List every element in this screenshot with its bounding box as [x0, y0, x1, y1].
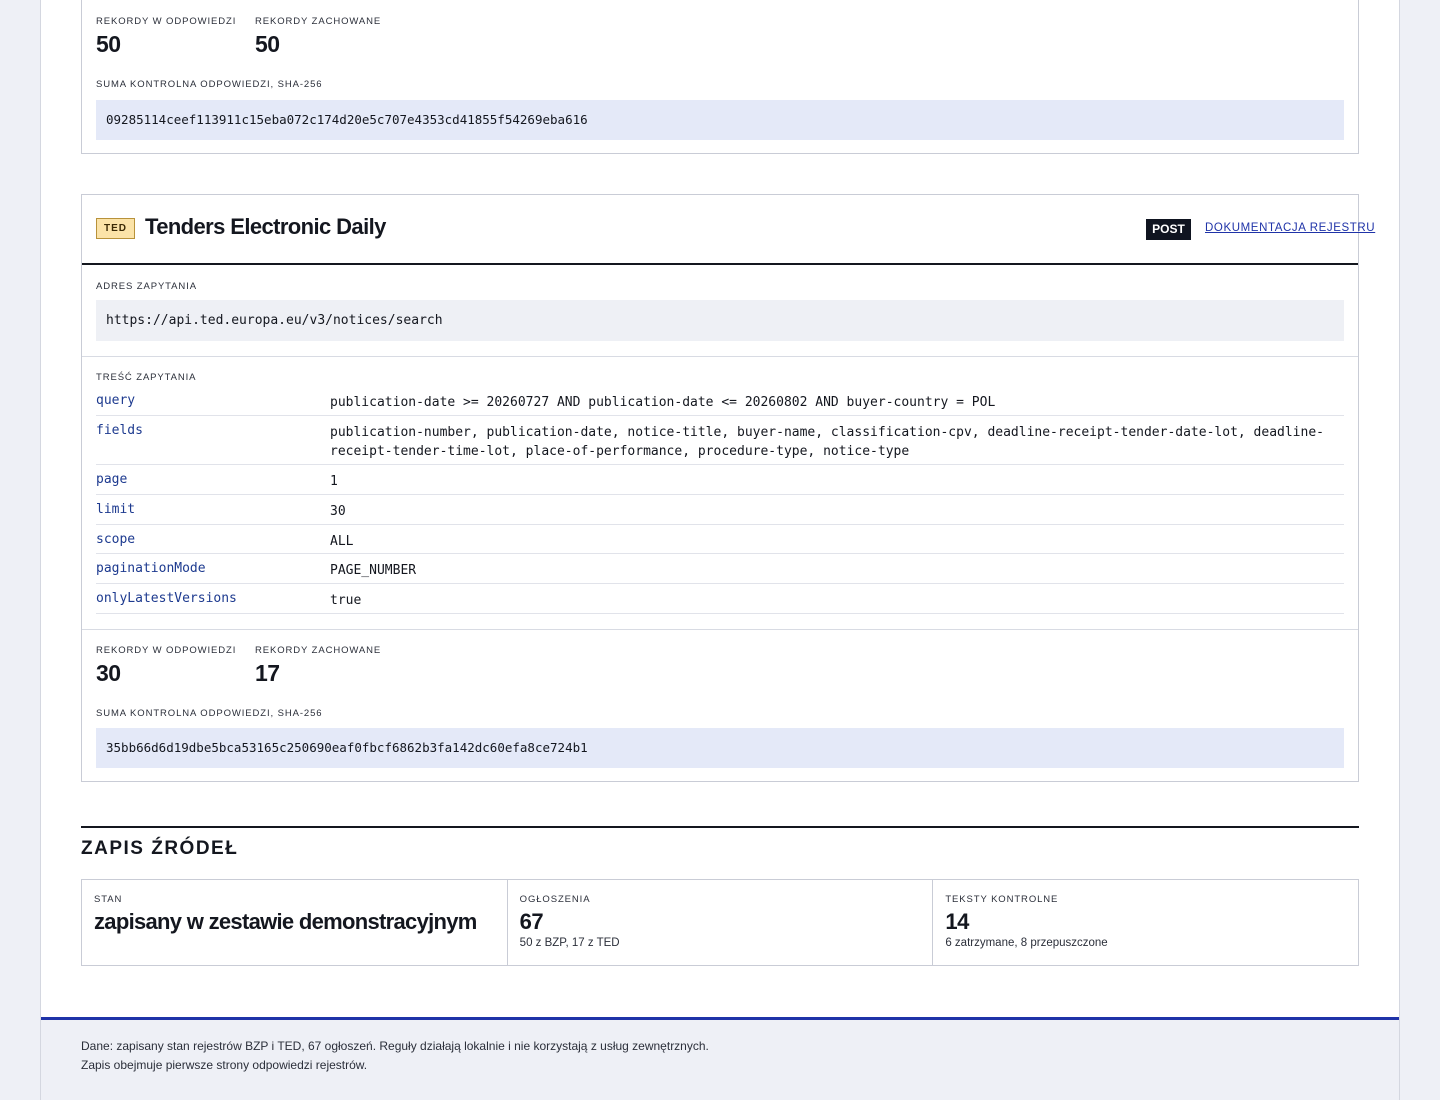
summary-cell-value: 14 [945, 909, 969, 934]
records-saved-label: REKORDY ZACHOWANE [255, 645, 382, 656]
records-saved-label: REKORDY ZACHOWANE [255, 16, 382, 27]
param-key: fields [96, 423, 143, 438]
summary-cell-sub: 6 zatrzymane, 8 przepuszczone [945, 937, 1108, 949]
sources-section-rule [81, 826, 1359, 828]
param-value: 1 [330, 474, 338, 489]
param-value: ALL [330, 534, 354, 549]
param-key: page [96, 472, 128, 487]
param-row: onlyLatestVersions true [96, 584, 1344, 614]
summary-cell-label: STAN [94, 894, 123, 905]
source-title: Tenders Electronic Daily [145, 214, 386, 239]
param-key: paginationMode [96, 561, 206, 576]
summary-cell-label: TEKSTY KONTROLNE [945, 894, 1059, 905]
summary-cell-control-texts: TEKSTY KONTROLNE 14 6 zatrzymane, 8 prze… [933, 880, 1358, 965]
records-response-value: 50 [96, 31, 121, 57]
checksum-value: 35bb66d6d19dbe5bca53165c250690eaf0fbcf68… [96, 728, 1344, 768]
param-row: query publication-date >= 20260727 AND p… [96, 386, 1344, 416]
param-value: publication-date >= 20260727 AND publica… [330, 395, 996, 410]
sources-summary-grid: STAN zapisany w zestawie demonstracyjnym… [81, 879, 1359, 966]
param-key: query [96, 393, 136, 408]
records-response-label: REKORDY W ODPOWIEDZI [96, 645, 237, 656]
checksum-label: SUMA KONTROLNA ODPOWIEDZI, SHA-256 [96, 79, 323, 90]
ted-source-panel: TED Tenders Electronic Daily POST DOKUME… [81, 194, 1375, 782]
summary-cell-notices: OGŁOSZENIA 67 50 z BZP, 17 z TED [508, 880, 934, 965]
param-value: true [330, 593, 362, 608]
ted-panel-header: TED Tenders Electronic Daily POST DOKUME… [82, 195, 1375, 265]
bzp-result-panel: REKORDY W ODPOWIEDZI 50 REKORDY ZACHOWAN… [81, 0, 1359, 154]
summary-cell-label: OGŁOSZENIA [519, 894, 591, 905]
sources-heading: ZAPIS ŹRÓDEŁ [81, 838, 239, 859]
section-divider [82, 356, 1358, 357]
summary-cell-value: 67 [519, 909, 544, 934]
page-footer: Dane: zapisany stan rejestrów BZP i TED,… [41, 1017, 1399, 1100]
param-row: fields publication-number, publication-d… [96, 416, 1344, 465]
request-body-label: TREŚĆ ZAPYTANIA [96, 372, 197, 383]
checksum-value: 09285114ceef113911c15eba072c174d20e5c707… [96, 100, 1344, 140]
param-key: onlyLatestVersions [96, 591, 237, 606]
summary-cell-status: STAN zapisany w zestawie demonstracyjnym [82, 880, 508, 965]
param-row: paginationMode PAGE_NUMBER [96, 554, 1344, 584]
records-saved-value: 17 [255, 660, 280, 686]
records-saved-value: 50 [255, 31, 280, 57]
param-row: page 1 [96, 465, 1344, 495]
registry-docs-link[interactable]: DOKUMENTACJA REJESTRU [1205, 222, 1375, 234]
param-value: publication-number, publication-date, no… [330, 425, 1324, 459]
summary-cell-sub: 50 z BZP, 17 z TED [519, 937, 620, 949]
source-badge: TED [96, 218, 135, 239]
summary-cell-value: zapisany w zestawie demonstracyjnym [94, 909, 477, 934]
request-url-label: ADRES ZAPYTANIA [96, 281, 197, 292]
http-method-badge: POST [1146, 219, 1191, 240]
records-response-value: 30 [96, 660, 121, 686]
param-row: limit 30 [96, 495, 1344, 525]
param-row: scope ALL [96, 525, 1344, 554]
section-divider [82, 629, 1358, 630]
page-container: REKORDY W ODPOWIEDZI 50 REKORDY ZACHOWAN… [40, 0, 1400, 1100]
param-key: limit [96, 502, 136, 517]
footer-text: Dane: zapisany stan rejestrów BZP i TED,… [81, 1039, 709, 1072]
param-key: scope [96, 532, 136, 547]
records-response-label: REKORDY W ODPOWIEDZI [96, 16, 237, 27]
param-value: 30 [330, 504, 346, 519]
param-value: PAGE_NUMBER [330, 563, 417, 578]
request-url-value: https://api.ted.europa.eu/v3/notices/sea… [96, 300, 1344, 341]
checksum-label: SUMA KONTROLNA ODPOWIEDZI, SHA-256 [96, 708, 323, 719]
